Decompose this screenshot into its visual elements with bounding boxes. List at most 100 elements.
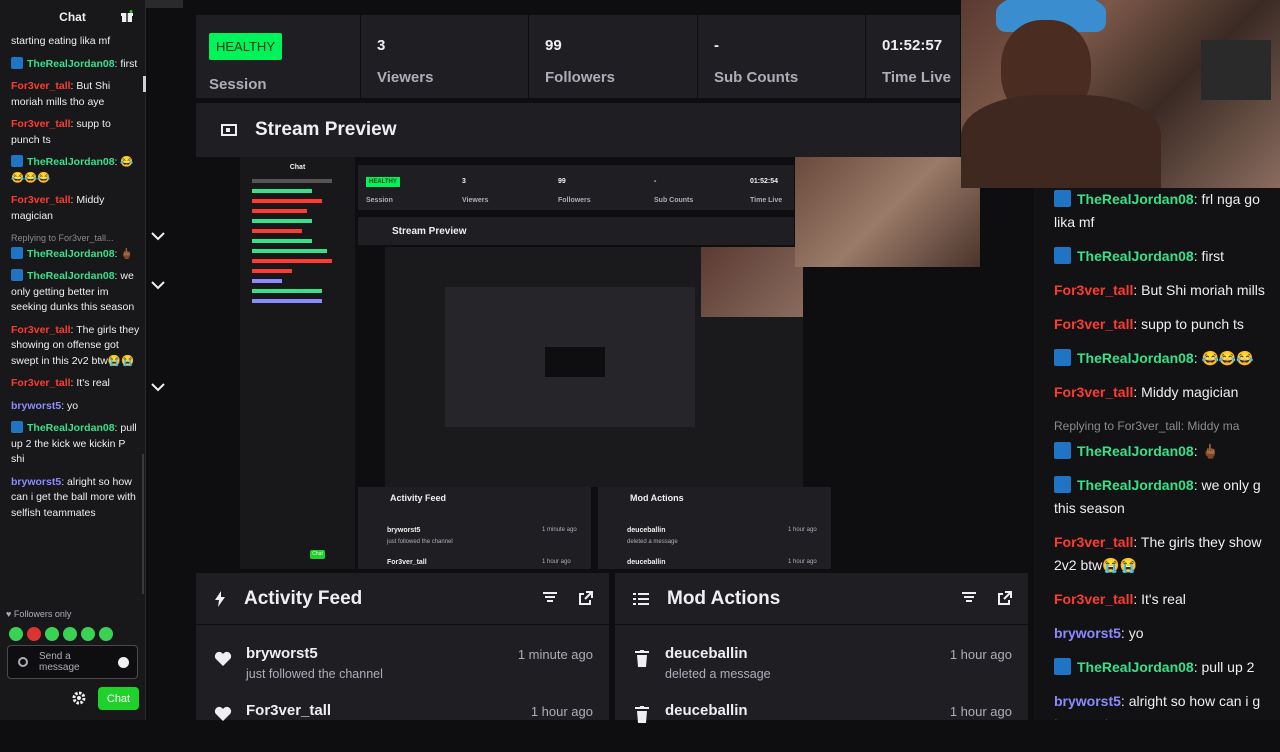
heart-icon [214,651,232,666]
activity-feed-panel: Activity Feed bryworst5 just followed th… [196,573,609,721]
stream-stats-bar: HEALTHY Session 3 Viewers 99 Followers -… [196,15,960,98]
mod-actions-panel: Mod Actions deuceballin deleted a messag… [615,573,1028,723]
chat-title: Chat [59,10,86,24]
overlay-message: TheRealJordan08: frl nga go lika mf [1054,190,1260,230]
overlay-message: TheRealJordan08: first [1054,245,1280,268]
mod-action-row[interactable]: deuceballin 1 hour ago [633,702,1012,752]
overlay-message: TheRealJordan08: pull up 2 [1054,656,1280,679]
chat-message: For3ver_tall: But Shi moriah mills tho a… [11,80,111,108]
chat-message: For3ver_tall: The girls they showing on … [11,323,140,367]
nested-activity-feed: Activity Feed bryworst5 just followed th… [358,487,591,569]
chat-message: TheRealJordan08: we only getting better … [11,269,135,313]
filter-icon[interactable] [962,591,976,603]
stream-preview-title: Stream Preview [255,119,397,140]
nested-preview-title: Stream Preview [358,217,794,245]
overlay-message: For3ver_tall: Middy magician [1054,384,1239,400]
chat-sidebar: Chat starting eating lika mf TheRealJord… [0,0,146,720]
chevron-down-icon[interactable] [150,382,166,392]
badge-icon [1054,476,1071,493]
chat-input[interactable]: Send a message [7,645,138,679]
nested-mod-actions: Mod Actions deuceballin deleted a messag… [598,487,831,569]
stat-subs: - Sub Counts [698,15,866,98]
activity-row[interactable]: For3ver_tall 1 hour ago [214,702,593,752]
chat-scrollbar[interactable] [142,454,144,594]
badge-icon [1054,349,1071,366]
chat-message: Replying to For3ver_tall... TheRealJordan… [11,231,140,262]
nested-chat: Chat Chat [240,157,355,569]
chat-message: starting eating lika mf [11,35,111,47]
followers-only-indicator: ♥ Followers only [6,609,72,619]
badge-icon [11,56,23,69]
chat-message: bryworst5: alright so how can i get the … [11,475,136,519]
overlay-message: For3ver_tall: supp to punch ts [1054,316,1244,332]
nested-chat-lines [252,179,355,303]
stat-viewers: 3 Viewers [361,15,529,98]
emote-icon[interactable] [99,627,113,641]
chevron-down-icon[interactable] [150,231,166,241]
trash-icon [635,650,649,667]
emote-icon[interactable] [63,627,77,641]
activity-feed-title: Activity Feed [244,587,363,609]
stream-preview-header: Stream Preview [196,103,960,157]
stat-followers: 99 Followers [529,15,698,98]
settings-gear-icon[interactable] [72,691,86,705]
chat-header: Chat [0,0,145,34]
activity-feed-header: Activity Feed [196,573,609,625]
popout-icon[interactable] [998,591,1012,605]
badge-icon [11,421,23,433]
reply-indicator: Replying to For3ver_tall... [11,233,114,243]
badge-icon [1054,190,1071,207]
emote-row [9,627,117,646]
overlay-message: TheRealJordan08: 😂😂😂 [1054,347,1280,370]
torso-shape [961,95,1161,188]
overlay-message: TheRealJordan08: we only g this season [1054,476,1261,516]
activity-row[interactable]: bryworst5 just followed the channel 1 mi… [214,645,593,695]
preview-icon [221,124,237,136]
webcam-feed [961,0,1280,188]
badge-icon [1054,442,1071,459]
shield-icon[interactable] [18,657,28,667]
badge-icon [11,246,23,259]
filter-icon[interactable] [543,591,557,603]
stat-session: HEALTHY Session [196,15,361,98]
chat-message: For3ver_tall: Middy magician [11,194,105,222]
background-shelf [1201,40,1271,100]
stat-time-live: 01:52:57 Time Live [882,37,951,86]
mod-action-row[interactable]: deuceballin deleted a message 1 hour ago [633,645,1012,695]
chat-message: bryworst5: yo [11,399,79,412]
overlay-message: bryworst5: yo [1054,625,1144,641]
nested-webcam [795,157,980,267]
chevron-down-icon[interactable] [150,280,166,290]
list-icon [633,592,649,605]
health-badge: HEALTHY [209,33,282,60]
mod-actions-header: Mod Actions [615,573,1028,625]
mod-actions-title: Mod Actions [667,587,781,609]
chat-message: For3ver_tall: It's real [11,377,110,389]
overlay-message: For3ver_tall: It's real [1054,591,1186,607]
lightning-icon [215,590,225,607]
overlay-message: For3ver_tall: But Shi moriah mills [1054,282,1265,298]
overlay-message: bryworst5: alright so how can i g teamma… [1054,693,1261,720]
overlay-chat: TheRealJordan08: frl nga go lika mf TheR… [1034,188,1280,720]
chat-message-list: starting eating lika mf TheRealJordan08:… [0,34,146,604]
emote-icon[interactable] [9,627,23,641]
badge-icon [1054,658,1071,675]
top-tab [145,0,183,8]
trash-icon [635,706,649,723]
chat-scrollbar-thumb[interactable] [143,76,146,92]
emote-icon[interactable] [27,627,41,641]
chat-message: TheRealJordan08: pull up 2 the kick we k… [11,421,137,465]
overlay-reply-indicator: Replying to For3ver_tall: Middy ma [1054,419,1240,433]
emote-icon[interactable] [45,627,59,641]
popout-icon[interactable] [579,591,593,605]
chat-send-button[interactable]: Chat [98,687,139,710]
chat-message: TheRealJordan08: first [11,56,140,73]
overlay-message: For3ver_tall: The girls they show 2v2 bt… [1054,534,1262,573]
emoji-icon[interactable] [118,657,129,668]
chat-message: For3ver_tall: supp to punch ts [11,118,111,146]
gift-icon[interactable] [121,10,133,22]
overlay-message: TheRealJordan08: 🖕🏾 [1054,440,1280,463]
stream-preview-video[interactable]: Chat Chat HEALTHY Session 3 Viewers 99 Fol… [240,157,980,569]
nested-recursive-preview [385,247,803,487]
emote-icon[interactable] [81,627,95,641]
